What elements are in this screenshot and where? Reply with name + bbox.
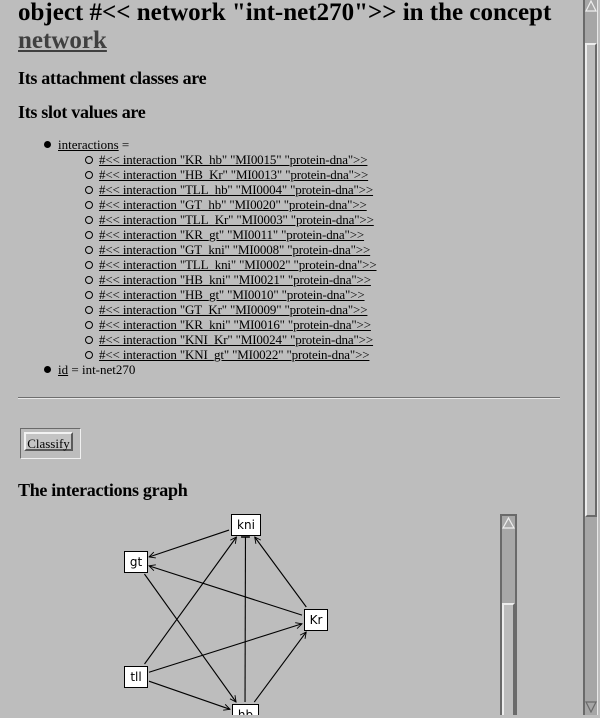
circle-bullet-icon <box>85 261 93 269</box>
graph-node-label: tll <box>130 670 141 684</box>
scroll-down-arrow-icon[interactable] <box>585 700 597 713</box>
interaction-link[interactable]: #<< interaction "KR_kni" "MI0016" "prote… <box>99 317 371 332</box>
interaction-link[interactable]: #<< interaction "GT_Kr" "MI0009" "protei… <box>99 302 367 317</box>
attachment-classes-heading: Its attachment classes are <box>18 68 206 88</box>
slot-name-link-interactions[interactable]: interactions <box>58 137 119 152</box>
graph-node-label: kni <box>237 518 255 532</box>
interaction-link[interactable]: #<< interaction "HB_gt" "MI0010" "protei… <box>99 287 365 302</box>
interaction-link[interactable]: #<< interaction "GT_hb" "MI0020" "protei… <box>99 197 367 212</box>
interaction-link[interactable]: #<< interaction "GT_kni" "MI0008" "prote… <box>99 242 370 257</box>
bullet-icon <box>44 366 51 373</box>
graph-node-hb[interactable]: hb <box>233 705 259 716</box>
graph-edge-gt-hb <box>144 574 236 702</box>
graph-node-Kr[interactable]: Kr <box>305 610 328 631</box>
interaction-link[interactable]: #<< interaction "HB_Kr" "MI0013" "protei… <box>99 167 368 182</box>
graph-node-gt[interactable]: gt <box>125 552 148 573</box>
page-content: object #<< network "int-net270">> in the… <box>0 0 582 715</box>
circle-bullet-icon <box>85 246 93 254</box>
interaction-link[interactable]: #<< interaction "TLL_Kr" "MI0003" "prote… <box>99 212 374 227</box>
graph-edge-Kr-gt <box>149 566 302 615</box>
page-scrollbar[interactable] <box>583 0 598 715</box>
circle-bullet-icon <box>85 336 93 344</box>
slot-id: id = int-net270 <box>44 362 135 377</box>
circle-bullet-icon <box>85 276 93 284</box>
circle-bullet-icon <box>85 171 93 179</box>
interaction-link[interactable]: #<< interaction "KNI_Kr" "MI0024" "prote… <box>99 332 373 347</box>
circle-bullet-icon <box>85 231 93 239</box>
circle-bullet-icon <box>85 186 93 194</box>
classify-button[interactable]: Classify <box>24 432 73 451</box>
interactions-graph: kni gt Kr tll hb <box>0 500 500 715</box>
page-title: object #<< network "int-net270">> in the… <box>18 0 551 27</box>
slot-separator: = <box>119 137 130 152</box>
interaction-list-item: #<< interaction "HB_kni" "MI0021" "prote… <box>85 272 371 287</box>
interaction-list-item: #<< interaction "GT_hb" "MI0020" "protei… <box>85 197 367 212</box>
graph-edge-tll-hb <box>149 681 230 709</box>
interaction-list-item: #<< interaction "TLL_Kr" "MI0003" "prote… <box>85 212 374 227</box>
graph-heading: The interactions graph <box>18 480 187 500</box>
graph-edge-Kr-kni <box>255 537 307 607</box>
graph-node-label: hb <box>238 708 253 715</box>
circle-bullet-icon <box>85 291 93 299</box>
scroll-up-arrow-icon[interactable] <box>585 0 597 13</box>
circle-bullet-icon <box>85 306 93 314</box>
graph-scrollbar[interactable] <box>500 514 517 715</box>
interaction-link[interactable]: #<< interaction "TLL_hb" "MI0004" "prote… <box>99 182 373 197</box>
slot-name-link-id[interactable]: id <box>58 362 68 377</box>
slot-values-heading: Its slot values are <box>18 102 145 122</box>
slot-id-value: = int-net270 <box>68 362 135 377</box>
graph-node-tll[interactable]: tll <box>125 667 148 688</box>
graph-edge-hb-Kr <box>254 632 306 702</box>
circle-bullet-icon <box>85 321 93 329</box>
page-scrollbar-thumb[interactable] <box>585 43 597 517</box>
interaction-link[interactable]: #<< interaction "KR_hb" "MI0015" "protei… <box>99 152 367 167</box>
interaction-link[interactable]: #<< interaction "KR_gt" "MI0011" "protei… <box>99 227 364 242</box>
graph-edge-kni-gt <box>149 530 229 557</box>
graph-node-label: Kr <box>310 613 323 627</box>
interaction-link[interactable]: #<< interaction "TLL_kni" "MI0002" "prot… <box>99 257 377 272</box>
classify-form: Classify <box>20 428 81 459</box>
horizontal-rule <box>18 397 560 399</box>
interaction-list-item: #<< interaction "KNI_gt" "MI0022" "prote… <box>85 347 369 362</box>
interaction-list-item: #<< interaction "HB_gt" "MI0010" "protei… <box>85 287 365 302</box>
interaction-list-item: #<< interaction "TLL_hb" "MI0004" "prote… <box>85 182 373 197</box>
interaction-list-item: #<< interaction "KNI_Kr" "MI0024" "prote… <box>85 332 373 347</box>
interaction-list-item: #<< interaction "TLL_kni" "MI0002" "prot… <box>85 257 377 272</box>
interaction-list-item: #<< interaction "KR_gt" "MI0011" "protei… <box>85 227 364 242</box>
graph-node-label: gt <box>130 555 143 569</box>
graph-edge-tll-Kr <box>149 624 302 672</box>
graph-node-kni[interactable]: kni <box>232 515 261 536</box>
scroll-up-arrow-icon[interactable] <box>502 516 515 530</box>
circle-bullet-icon <box>85 156 93 164</box>
interaction-list-item: #<< interaction "KR_hb" "MI0015" "protei… <box>85 152 367 167</box>
graph-edge-tll-kni <box>145 537 237 664</box>
bullet-icon <box>44 141 51 148</box>
circle-bullet-icon <box>85 201 93 209</box>
interaction-link[interactable]: #<< interaction "KNI_gt" "MI0022" "prote… <box>99 347 369 362</box>
interaction-list-item: #<< interaction "KR_kni" "MI0016" "prote… <box>85 317 371 332</box>
circle-bullet-icon <box>85 216 93 224</box>
interaction-link[interactable]: #<< interaction "HB_kni" "MI0021" "prote… <box>99 272 371 287</box>
interaction-list-item: #<< interaction "GT_Kr" "MI0009" "protei… <box>85 302 367 317</box>
concept-link-network[interactable]: network <box>18 27 107 55</box>
graph-scrollbar-thumb[interactable] <box>502 603 515 715</box>
circle-bullet-icon <box>85 351 93 359</box>
interaction-list-item: #<< interaction "HB_Kr" "MI0013" "protei… <box>85 167 368 182</box>
interaction-list-item: #<< interaction "GT_kni" "MI0008" "prote… <box>85 242 370 257</box>
slot-interactions: interactions = <box>44 137 129 152</box>
